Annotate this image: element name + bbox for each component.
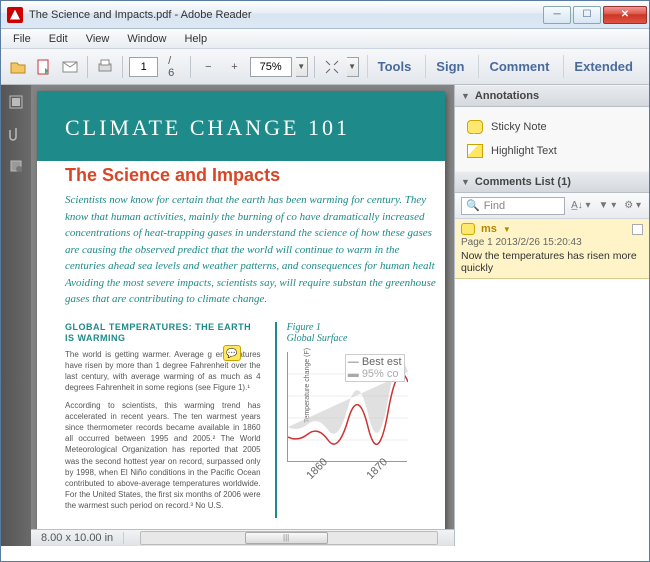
collapse-icon[interactable]: ▼ <box>461 177 470 187</box>
highlight-tool-icon <box>467 144 483 158</box>
page-total: / 6 <box>162 55 184 79</box>
chart: Temperature change (F) — Best est <box>287 352 407 462</box>
export-pdf-icon[interactable] <box>33 54 55 80</box>
sort-icon[interactable]: A̲↓ ▾ <box>569 200 592 211</box>
menu-file[interactable]: File <box>5 31 39 47</box>
view-dropdown-icon[interactable]: ▼ <box>347 57 359 77</box>
comment-checkbox[interactable] <box>632 224 643 235</box>
comment-menu-icon[interactable]: ▼ <box>503 225 511 234</box>
status-bar: 8.00 x 10.00 in ||| <box>31 529 454 546</box>
attachments-icon[interactable] <box>7 125 25 143</box>
doc-intro: Scientists now know for certain that the… <box>37 192 445 308</box>
scrollbar-thumb[interactable]: ||| <box>245 532 328 544</box>
close-button[interactable]: ✕ <box>603 6 647 24</box>
doc-heading: CLIMATE CHANGE 101 <box>65 115 445 141</box>
fit-page-icon[interactable] <box>321 54 343 80</box>
chart-legend: — Best est ▬ 95% co <box>345 354 405 382</box>
thumbnails-icon[interactable] <box>7 93 25 111</box>
comments-list-empty <box>455 279 649 546</box>
chart-xticks: 18601870 <box>288 463 407 475</box>
page-number-input[interactable]: 1 <box>129 57 158 77</box>
comment-pane: ▼Annotations Sticky Note Highlight Text … <box>454 85 649 546</box>
maximize-button[interactable]: ☐ <box>573 6 601 24</box>
comment-body: Now the temperatures has risen more quic… <box>461 250 643 274</box>
tools-link[interactable]: Tools <box>367 55 422 78</box>
doc-subtitle: The Science and Impacts <box>37 161 445 192</box>
menu-window[interactable]: Window <box>119 31 174 47</box>
find-input[interactable]: 🔍Find <box>461 197 565 215</box>
signatures-icon[interactable] <box>7 157 25 175</box>
figure-label: Figure 1 <box>287 322 437 333</box>
menu-view[interactable]: View <box>78 31 118 47</box>
annotations-header[interactable]: ▼Annotations <box>455 85 649 107</box>
comment-link[interactable]: Comment <box>478 55 559 78</box>
menu-bar: File Edit View Window Help <box>1 29 649 49</box>
menu-edit[interactable]: Edit <box>41 31 76 47</box>
sticky-note-icon[interactable]: 💬 <box>223 345 241 361</box>
open-icon[interactable] <box>7 54 29 80</box>
comment-author: ms <box>481 223 497 235</box>
comment-meta: Page 1 2013/2/26 15:20:43 <box>461 237 643 248</box>
print-icon[interactable] <box>94 54 116 80</box>
horizontal-scrollbar[interactable]: ||| <box>140 531 438 545</box>
pdf-page: CLIMATE CHANGE 101 The Science and Impac… <box>37 91 445 529</box>
sticky-note-tool[interactable]: Sticky Note <box>463 115 641 139</box>
figure-title: Global Surface <box>287 333 437 344</box>
minimize-button[interactable]: ─ <box>543 6 571 24</box>
highlight-tool[interactable]: Highlight Text <box>463 139 641 163</box>
zoom-in-icon[interactable]: + <box>223 54 245 80</box>
filter-icon[interactable]: ▼ ▾ <box>597 200 619 211</box>
options-icon[interactable]: ⚙ ▾ <box>622 200 643 211</box>
toolbar: 1 / 6 − + 75% ▼ ▼ Tools Sign Comment Ext… <box>1 49 649 85</box>
app-icon <box>7 7 23 23</box>
section-heading: GLOBAL TEMPERATURES: THE EARTH IS WARMIN… <box>65 322 261 345</box>
sticky-note-tool-icon <box>467 120 483 134</box>
title-bar: The Science and Impacts.pdf - Adobe Read… <box>1 1 649 29</box>
navigation-sidebar <box>1 85 31 546</box>
paragraph-2: According to scientists, this warming tr… <box>65 400 261 512</box>
zoom-out-icon[interactable]: − <box>197 54 219 80</box>
document-viewport[interactable]: CLIMATE CHANGE 101 The Science and Impac… <box>31 85 454 529</box>
collapse-icon[interactable]: ▼ <box>461 91 470 101</box>
comments-list-header[interactable]: ▼Comments List (1) <box>455 171 649 193</box>
zoom-level[interactable]: 75% <box>250 57 292 77</box>
window-title: The Science and Impacts.pdf - Adobe Read… <box>27 9 543 21</box>
extended-link[interactable]: Extended <box>563 55 643 78</box>
search-icon: 🔍 <box>466 199 480 212</box>
sign-link[interactable]: Sign <box>425 55 474 78</box>
email-icon[interactable] <box>59 54 81 80</box>
zoom-dropdown-icon[interactable]: ▼ <box>296 57 308 77</box>
comment-item[interactable]: ms ▼ Page 1 2013/2/26 15:20:43 Now the t… <box>455 219 649 279</box>
comment-type-icon <box>461 223 475 235</box>
menu-help[interactable]: Help <box>176 31 215 47</box>
page-dimensions: 8.00 x 10.00 in <box>31 532 124 544</box>
